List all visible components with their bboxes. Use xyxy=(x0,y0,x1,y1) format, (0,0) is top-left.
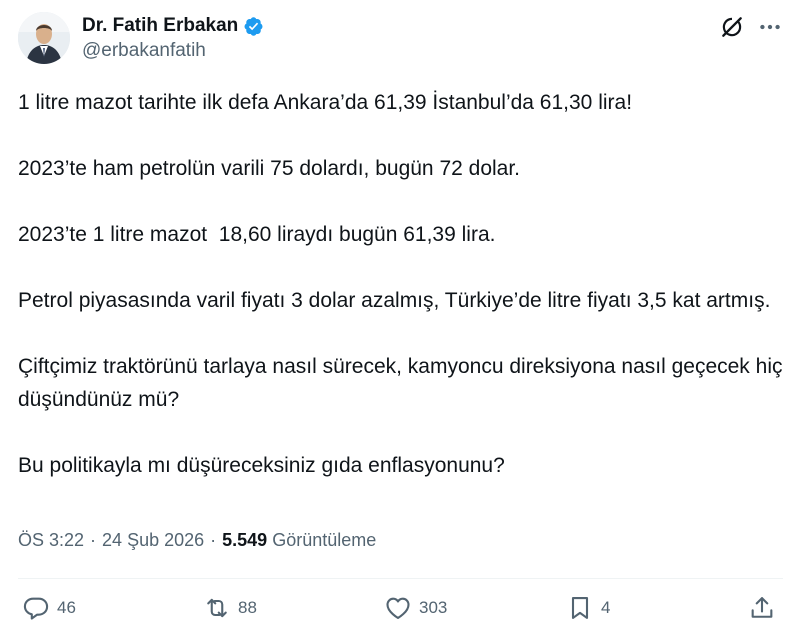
tweet-text: 1 litre mazot tarihte ilk defa Ankara’da… xyxy=(18,86,783,482)
meta-separator: · xyxy=(90,530,97,550)
tweet-meta: ÖS 3:22 · 24 Şub 2026 · 5.549 Görüntülem… xyxy=(18,530,376,551)
tweet-paragraph: 1 litre mazot tarihte ilk defa Ankara’da… xyxy=(18,91,633,114)
share-button[interactable] xyxy=(748,594,776,622)
tweet-paragraph: Bu politikayla mı düşüreceksiniz gıda en… xyxy=(18,454,505,477)
reply-icon xyxy=(23,597,49,620)
tweet-header: Dr. Fatih Erbakan @erbakanfatih xyxy=(18,12,783,68)
display-name[interactable]: Dr. Fatih Erbakan xyxy=(82,15,238,37)
meta-separator: · xyxy=(210,530,217,550)
tweet-paragraph: 2023’te ham petrolün varili 75 dolardı, … xyxy=(18,157,521,180)
grok-icon[interactable] xyxy=(719,14,745,40)
tweet-date[interactable]: 24 Şub 2026 xyxy=(102,530,204,551)
reply-button[interactable]: 46 xyxy=(22,594,76,622)
tweet-paragraph: Çiftçimiz traktörünü tarlaya nasıl sürec… xyxy=(18,355,789,411)
tweet-paragraph: 2023’te 1 litre mazot 18,60 liraydı bugü… xyxy=(18,223,496,246)
tweet-time[interactable]: ÖS 3:22 xyxy=(18,530,84,551)
more-options-icon[interactable] xyxy=(757,14,783,40)
reply-count: 46 xyxy=(57,598,76,617)
name-row: Dr. Fatih Erbakan xyxy=(82,15,264,37)
like-count: 303 xyxy=(419,598,448,617)
handle[interactable]: @erbakanfatih xyxy=(82,40,206,62)
share-icon xyxy=(751,597,773,618)
repost-button[interactable]: 88 xyxy=(203,594,257,622)
bookmark-count: 4 xyxy=(601,598,611,617)
repost-icon xyxy=(207,598,227,618)
heart-icon xyxy=(386,597,410,619)
action-bar: 46 88 303 4 xyxy=(18,594,783,628)
views-label: Görüntüleme xyxy=(272,530,377,550)
like-button[interactable]: 303 xyxy=(384,594,447,622)
verified-badge-icon xyxy=(244,16,263,36)
bookmark-button[interactable]: 4 xyxy=(566,594,610,622)
repost-count: 88 xyxy=(238,598,257,617)
view-count: 5.549 xyxy=(222,530,268,550)
tweet-paragraph: Petrol piyasasında varil fiyatı 3 dolar … xyxy=(18,289,771,312)
bookmark-icon xyxy=(571,597,589,619)
avatar[interactable] xyxy=(18,12,70,64)
divider xyxy=(18,578,783,579)
profile-photo-icon xyxy=(18,12,70,64)
